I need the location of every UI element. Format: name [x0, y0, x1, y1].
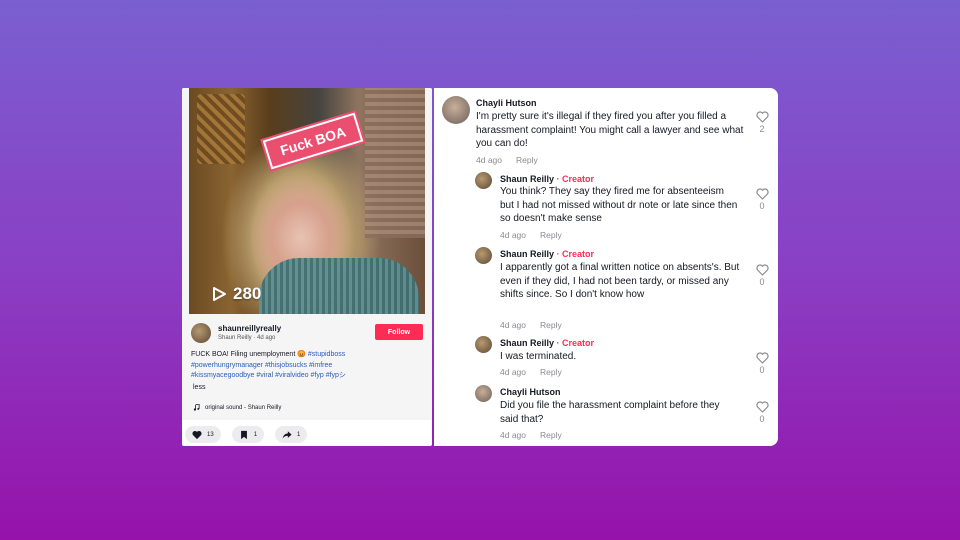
share-button[interactable]: 1	[275, 426, 308, 443]
like-button[interactable]: 13	[185, 426, 221, 443]
reply-button[interactable]: Reply	[540, 320, 562, 330]
reply-like-button[interactable]: 0	[754, 352, 770, 375]
replier-name-text: Shaun Reilly	[500, 338, 555, 348]
replier-avatar[interactable]	[475, 385, 492, 402]
author-avatar[interactable]	[191, 323, 211, 343]
comments-panel: Chayli Hutson I'm pretty sure it's illeg…	[434, 88, 778, 446]
comment-like-button[interactable]: 2	[754, 111, 770, 134]
video-sticker: Fuck BOA	[262, 112, 364, 170]
replier-name-text: Chayli Hutson	[500, 387, 561, 397]
post-panel: Fuck BOA 280 shaunreillyreally Shaun Rei…	[182, 88, 432, 420]
reply-time: 4d ago	[500, 320, 526, 330]
background-wall-art	[197, 94, 245, 164]
replier-name-text: Shaun Reilly	[500, 249, 555, 259]
background-blinds	[365, 88, 425, 238]
heart-icon	[192, 430, 202, 439]
creator-label: · Creator	[554, 174, 595, 184]
sound-name: original sound - Shaun Reilly	[205, 404, 282, 411]
author-row: shaunreillyreally Shaun Reilly · 4d ago …	[191, 322, 423, 344]
hashtag[interactable]: #kissmyacegoodbye	[191, 372, 254, 379]
commenter-name[interactable]: Chayli Hutson	[476, 98, 537, 108]
post-card: Fuck BOA 280 shaunreillyreally Shaun Rei…	[182, 88, 432, 446]
replier-name[interactable]: Shaun Reilly · Creator	[500, 338, 594, 348]
replier-name[interactable]: Chayli Hutson	[500, 387, 561, 397]
reply-time: 4d ago	[500, 367, 526, 377]
replier-avatar[interactable]	[475, 247, 492, 264]
author-subline: Shaun Reilly · 4d ago	[218, 335, 276, 341]
video-thumbnail[interactable]: Fuck BOA 280	[189, 88, 425, 314]
reply-text: I was terminated.	[500, 351, 577, 362]
commenter-name-text: Chayli Hutson	[476, 98, 537, 108]
reply-like-button[interactable]: 0	[754, 264, 770, 287]
music-note-icon	[193, 404, 200, 411]
reply-like-count: 0	[759, 201, 765, 211]
hashtag[interactable]: #fypシ	[326, 372, 346, 379]
hashtag[interactable]: #fyp	[311, 372, 324, 379]
reply-meta: 4d ago Reply	[500, 367, 562, 377]
replier-name-text: Shaun Reilly	[500, 174, 555, 184]
reply-text: I apparently got a final written notice …	[500, 262, 740, 300]
reply-meta: 4d ago Reply	[500, 230, 562, 240]
comment-like-count: 2	[759, 124, 765, 134]
reply-like-button[interactable]: 0	[754, 188, 770, 211]
reply-like-count: 0	[759, 414, 765, 424]
hashtag[interactable]: #viralvideo	[275, 372, 308, 379]
commenter-avatar[interactable]	[442, 96, 470, 124]
hashtag[interactable]: #thisjobsucks	[265, 362, 307, 369]
hashtag[interactable]: #stupidboss	[308, 351, 345, 358]
reply-button[interactable]: Reply	[540, 430, 562, 440]
share-count: 1	[297, 431, 301, 438]
reply-button[interactable]: Reply	[516, 155, 538, 165]
comment-time: 4d ago	[476, 155, 502, 165]
heart-outline-icon	[755, 188, 769, 200]
share-arrow-icon	[282, 430, 292, 439]
follow-button[interactable]: Follow	[375, 324, 423, 340]
replier-name[interactable]: Shaun Reilly · Creator	[500, 174, 594, 184]
creator-label: · Creator	[554, 249, 595, 259]
caption-text: FUCK BOA! Filing unemployment 😡	[191, 351, 308, 358]
replier-name[interactable]: Shaun Reilly · Creator	[500, 249, 594, 259]
comment-text: I'm pretty sure it's illegal if they fir…	[476, 111, 744, 149]
reply-like-count: 0	[759, 277, 765, 287]
reply-like-button[interactable]: 0	[754, 401, 770, 424]
creator-label: · Creator	[554, 338, 595, 348]
reply-time: 4d ago	[500, 430, 526, 440]
author-handle[interactable]: shaunreillyreally	[218, 324, 281, 333]
reply-button[interactable]: Reply	[540, 230, 562, 240]
reply-text: Did you file the harassment complaint be…	[500, 400, 720, 425]
heart-outline-icon	[755, 111, 769, 123]
bookmark-icon	[240, 430, 247, 439]
reply-time: 4d ago	[500, 230, 526, 240]
reply-button[interactable]: Reply	[540, 367, 562, 377]
heart-outline-icon	[755, 401, 769, 413]
hashtag[interactable]: #viral	[256, 372, 273, 379]
save-count: 1	[253, 431, 258, 438]
post-caption: FUCK BOA! Filing unemployment 😡 #stupidb…	[191, 350, 423, 382]
less-toggle[interactable]: less	[193, 384, 205, 391]
reply-meta: 4d ago Reply	[500, 320, 562, 330]
post-actions: 13 1 1	[185, 426, 308, 443]
replier-avatar[interactable]	[475, 172, 492, 189]
shirt-pattern	[259, 258, 419, 314]
replier-avatar[interactable]	[475, 336, 492, 353]
heart-outline-icon	[755, 264, 769, 276]
reply-text: You think? They say they fired me for ab…	[500, 186, 738, 224]
heart-outline-icon	[755, 352, 769, 364]
hashtag[interactable]: #powerhungrymanager	[191, 362, 263, 369]
comment-meta: 4d ago Reply	[476, 155, 538, 165]
hashtag[interactable]: #imfree	[309, 362, 332, 369]
reply-like-count: 0	[759, 365, 765, 375]
reply-meta: 4d ago Reply	[500, 430, 562, 440]
view-count-value: 280	[233, 284, 262, 303]
like-count: 13	[207, 431, 214, 438]
play-icon	[213, 287, 226, 301]
view-count: 280	[211, 284, 261, 304]
sound-row[interactable]: original sound - Shaun Reilly	[193, 404, 281, 411]
save-button[interactable]: 1	[231, 426, 265, 443]
